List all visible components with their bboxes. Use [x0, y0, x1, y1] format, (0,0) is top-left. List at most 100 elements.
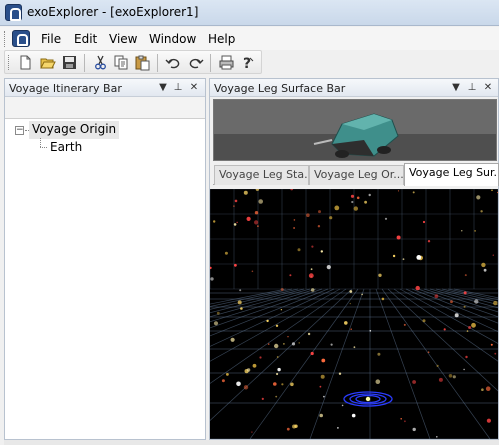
- star-marker: [274, 343, 279, 349]
- star-marker: [233, 223, 237, 226]
- star-marker: [326, 265, 331, 270]
- star-marker: [397, 190, 400, 192]
- star-marker: [493, 300, 498, 306]
- surface-viewport[interactable]: [213, 99, 497, 161]
- star-marker: [280, 309, 283, 311]
- tree-collapse-icon[interactable]: −: [15, 126, 24, 135]
- tab-voyage-leg-orbit[interactable]: Voyage Leg Or...: [309, 165, 404, 185]
- redo-icon[interactable]: [187, 54, 204, 71]
- tree-connector: [40, 147, 47, 148]
- star-marker: [334, 205, 340, 211]
- star-marker: [221, 379, 225, 383]
- menu-file[interactable]: File: [41, 32, 61, 46]
- star-marker: [466, 330, 469, 332]
- title-bar: exoExplorer - [exoExplorer1]: [0, 0, 499, 26]
- star-marker: [224, 251, 228, 255]
- panel-pin-icon[interactable]: ⊥: [466, 81, 478, 94]
- undo-icon[interactable]: [165, 54, 182, 71]
- star-marker: [320, 250, 323, 253]
- star-marker: [415, 285, 420, 291]
- paste-icon[interactable]: [134, 54, 151, 71]
- tree-node-voyage-origin[interactable]: Voyage Origin: [29, 121, 120, 139]
- star-marker: [286, 427, 290, 431]
- star-marker: [438, 377, 443, 382]
- star-marker: [275, 395, 278, 398]
- star-marker: [240, 307, 243, 310]
- voyage-leg-surface-panel: Voyage Leg Surface Bar ▼ ⊥ ✕ Voyage Leg …: [209, 78, 499, 440]
- star-marker: [252, 363, 257, 368]
- toolbar-grip[interactable]: [8, 55, 9, 70]
- star-marker: [353, 206, 358, 211]
- star-marker: [317, 225, 321, 228]
- panel-close-icon[interactable]: ✕: [188, 81, 200, 94]
- star-marker: [293, 227, 295, 229]
- star-marker: [292, 424, 297, 429]
- menu-help[interactable]: Help: [208, 32, 235, 46]
- starfield-viewport[interactable]: [210, 189, 498, 439]
- save-icon[interactable]: [61, 54, 78, 71]
- star-marker: [369, 330, 372, 332]
- star-marker: [310, 268, 313, 271]
- star-marker: [450, 300, 453, 304]
- open-folder-icon[interactable]: [39, 54, 56, 71]
- star-marker: [266, 319, 269, 323]
- menubar-grip[interactable]: [4, 31, 7, 47]
- star-marker: [236, 221, 238, 223]
- copy-icon[interactable]: [113, 54, 130, 71]
- tab-voyage-leg-surface[interactable]: Voyage Leg Sur...: [404, 163, 499, 186]
- star-marker: [308, 273, 314, 279]
- menu-view[interactable]: View: [109, 32, 137, 46]
- toolbar-separator: [210, 54, 211, 72]
- star-marker: [351, 200, 354, 204]
- star-marker: [234, 199, 238, 203]
- star-marker: [364, 200, 367, 204]
- itinerary-panel-title: Voyage Itinerary Bar: [9, 82, 122, 95]
- star-marker: [361, 293, 363, 296]
- star-marker: [416, 255, 422, 260]
- surface-panel-title: Voyage Leg Surface Bar: [214, 82, 346, 95]
- tree-node-earth[interactable]: Earth: [50, 140, 82, 154]
- menu-window[interactable]: Window: [149, 32, 196, 46]
- rover-render: [214, 100, 496, 160]
- cut-icon[interactable]: [92, 54, 109, 71]
- star-marker: [338, 372, 342, 375]
- star-marker: [422, 220, 426, 224]
- menu-edit[interactable]: Edit: [74, 32, 97, 46]
- star-marker: [261, 397, 264, 400]
- star-marker: [474, 299, 479, 304]
- print-icon[interactable]: [218, 54, 235, 71]
- star-marker: [276, 356, 279, 358]
- star-marker: [257, 225, 259, 227]
- star-marker: [486, 418, 491, 423]
- star-marker: [412, 427, 416, 432]
- new-document-icon[interactable]: [17, 54, 34, 71]
- star-marker: [481, 388, 484, 391]
- surface-panel-header: Voyage Leg Surface Bar ▼ ⊥ ✕: [210, 79, 498, 97]
- star-marker: [463, 368, 465, 371]
- panel-menu-icon[interactable]: ▼: [157, 81, 169, 94]
- star-marker: [400, 418, 402, 420]
- star-marker: [349, 290, 353, 293]
- panel-pin-icon[interactable]: ⊥: [172, 81, 184, 94]
- star-marker: [251, 431, 253, 433]
- star-marker: [321, 358, 326, 363]
- panel-menu-icon[interactable]: ▼: [450, 81, 462, 94]
- tab-voyage-leg-start[interactable]: Voyage Leg Sta...: [214, 165, 309, 185]
- itinerary-toolstrip: [5, 97, 205, 119]
- star-marker: [323, 395, 325, 398]
- star-marker: [275, 324, 279, 327]
- star-marker: [311, 245, 314, 248]
- starfield-render: [210, 189, 498, 439]
- toolbar-separator: [84, 54, 85, 72]
- panel-close-icon[interactable]: ✕: [482, 81, 494, 94]
- origin-star-marker[interactable]: [365, 396, 371, 402]
- main-toolbar: ?: [4, 50, 262, 74]
- menu-bar: File Edit View Window Help: [0, 27, 499, 50]
- star-marker: [481, 262, 486, 268]
- star-marker: [349, 303, 351, 305]
- star-marker: [273, 382, 277, 386]
- document-menu-icon[interactable]: [12, 30, 30, 47]
- help-icon[interactable]: ?: [239, 54, 256, 72]
- star-marker: [230, 337, 235, 342]
- star-marker: [396, 235, 401, 240]
